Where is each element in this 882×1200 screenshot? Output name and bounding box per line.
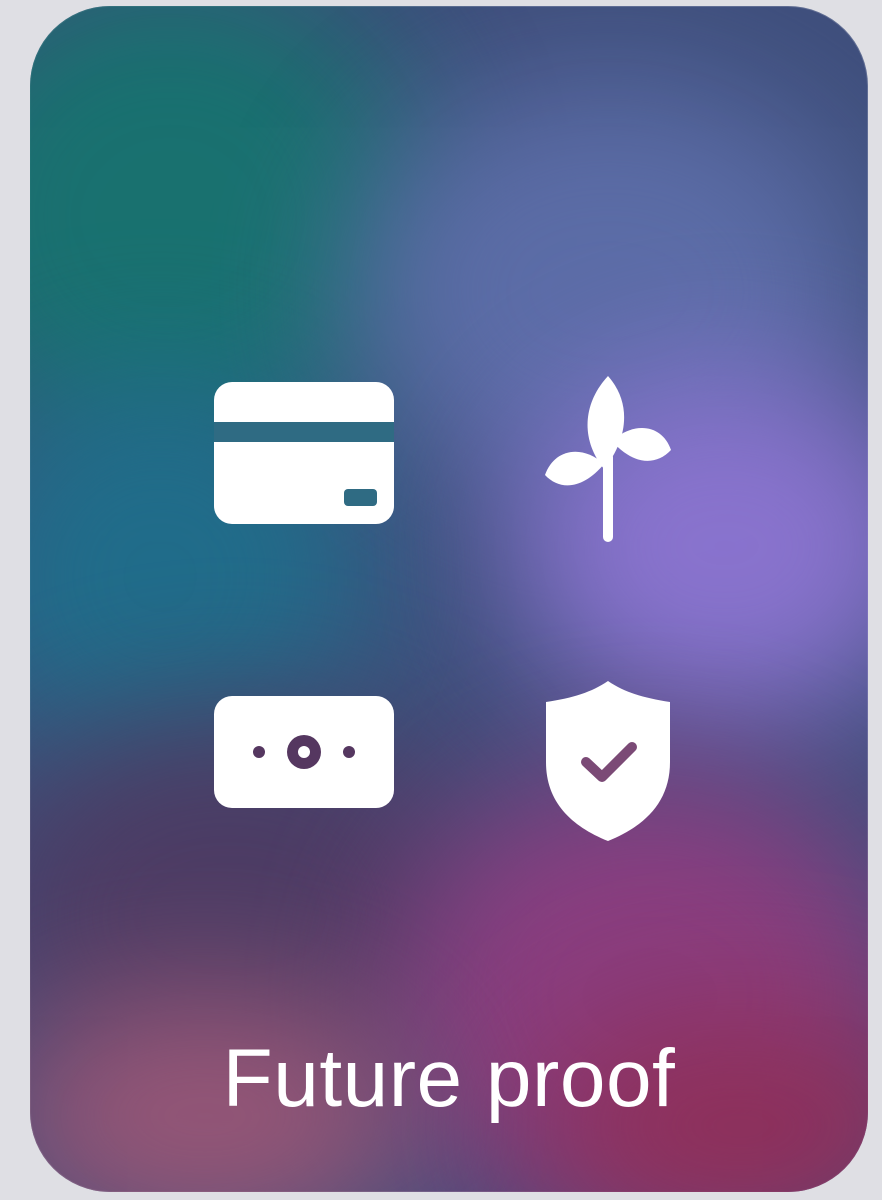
future-proof-card[interactable]: Future proof — [30, 6, 868, 1192]
banknote-icon — [214, 696, 394, 808]
credit-card-icon — [214, 382, 394, 524]
page: Future proof — [0, 0, 882, 1200]
shield-check-icon — [546, 681, 670, 841]
sprout-icon — [545, 376, 671, 542]
card-title: Future proof — [222, 1033, 676, 1124]
